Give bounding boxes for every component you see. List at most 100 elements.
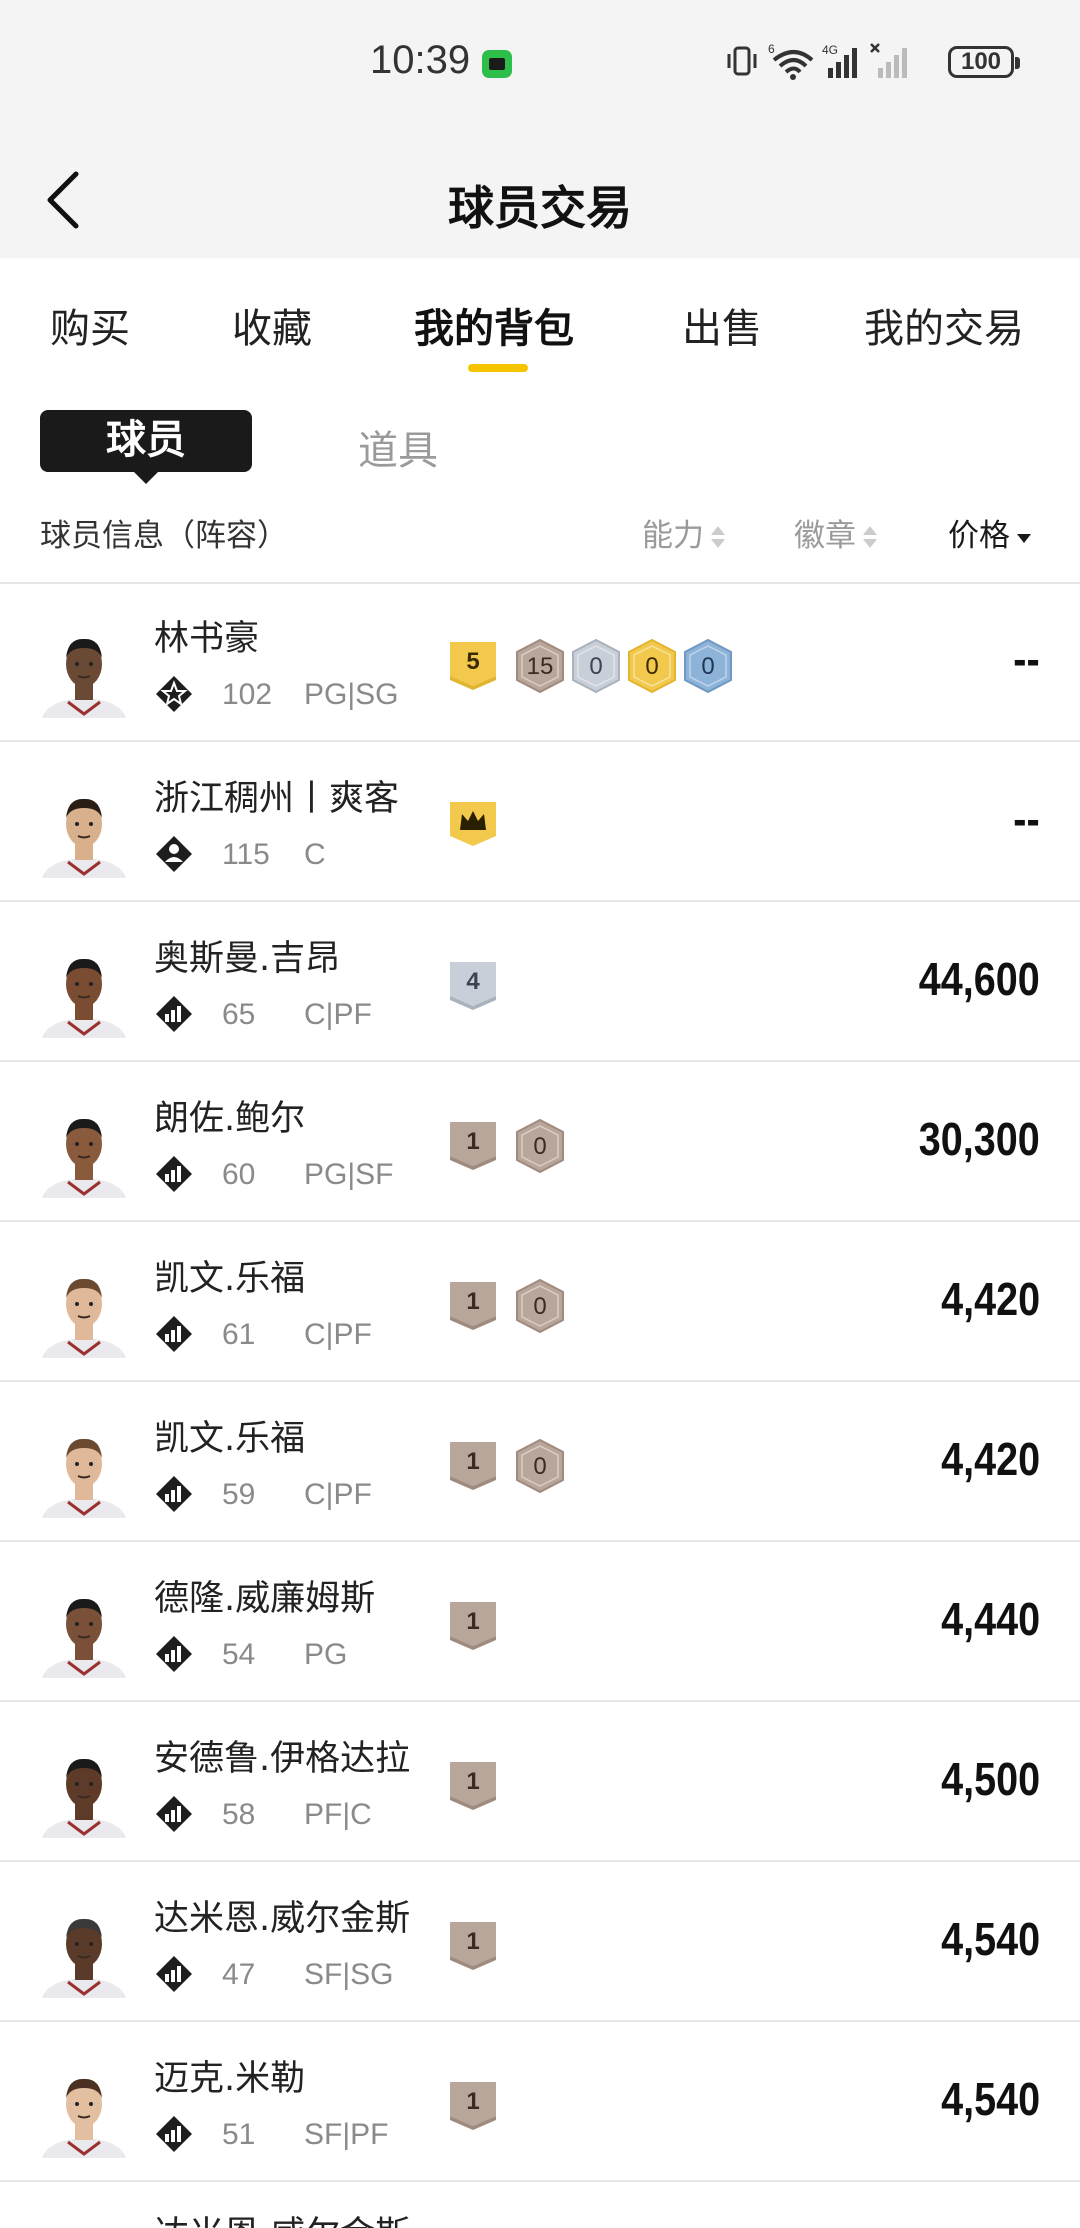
player-avatar	[42, 1598, 126, 1678]
level-badge-bronze: 1	[450, 1442, 496, 1490]
player-position: PG|SF	[304, 1158, 394, 1191]
svg-text:0: 0	[589, 653, 602, 680]
player-avatar	[42, 2078, 126, 2158]
player-avatar	[42, 1438, 126, 1518]
player-row[interactable]: 奥斯曼.吉昂 65 C|PF 4 44,600	[0, 904, 1080, 1062]
player-price: 4,420	[940, 1433, 1040, 1485]
vibrate-icon	[727, 46, 757, 76]
player-rating: 54	[222, 1638, 256, 1671]
tab-bar: 购买 收藏 我的背包 出售 我的交易	[0, 258, 1080, 378]
player-name: 德隆.威廉姆斯	[154, 1579, 376, 1619]
player-position: C|PF	[304, 1478, 372, 1511]
sort-badge-label: 徽章	[794, 518, 856, 554]
player-name: 奥斯曼.吉昂	[154, 939, 341, 979]
player-price: 4,540	[940, 1913, 1040, 1965]
svg-text:1: 1	[466, 2088, 479, 2115]
svg-text:0: 0	[701, 653, 714, 680]
person-rank-icon	[156, 836, 192, 872]
svg-text:1: 1	[466, 1768, 479, 1795]
tab-sell[interactable]: 出售	[682, 296, 762, 354]
tab-my-backpack[interactable]: 我的背包	[414, 296, 574, 354]
bars-rank-icon	[156, 1316, 192, 1352]
player-rating: 65	[222, 998, 256, 1031]
badge-hex-bronze: 0	[516, 1118, 564, 1174]
player-row[interactable]: 德隆.威廉姆斯 54 PG 1 4,440	[0, 1544, 1080, 1702]
svg-text:0: 0	[533, 1293, 546, 1320]
svg-text:5: 5	[466, 648, 479, 675]
svg-text:1: 1	[466, 1448, 479, 1475]
player-row[interactable]: 安德鲁.伊格达拉 58 PF|C 1 4,500	[0, 1704, 1080, 1862]
badge-hex-silver: 0	[572, 638, 620, 694]
player-rating: 60	[222, 1158, 256, 1191]
player-name: 朗佐.鲍尔	[154, 1099, 306, 1139]
player-avatar	[42, 1918, 126, 1998]
svg-text:15: 15	[527, 653, 554, 680]
player-position: C|PF	[304, 1318, 372, 1351]
page-title: 球员交易	[448, 181, 632, 235]
svg-text:1: 1	[466, 1288, 479, 1315]
player-avatar	[42, 638, 126, 718]
tab-favorites[interactable]: 收藏	[232, 296, 312, 354]
player-row[interactable]: 凯文.乐福 61 C|PF 1 0 4,420	[0, 1224, 1080, 1382]
player-position: SF|SG	[304, 1958, 394, 1991]
player-row[interactable]: 达米恩.威尔金斯 47 SF|SG 1 4,540	[0, 1864, 1080, 2022]
bars-rank-icon	[156, 1476, 192, 1512]
player-row[interactable]: 朗佐.鲍尔 60 PG|SF 1 0 30,300	[0, 1064, 1080, 1222]
player-name: 浙江稠州丨爽客	[154, 779, 400, 819]
segment-items[interactable]: 道具	[358, 418, 438, 476]
svg-text:4G: 4G	[822, 43, 838, 57]
sort-arrows-icon	[862, 524, 878, 552]
signal-no-sim-icon	[870, 43, 907, 78]
bars-rank-icon	[156, 1796, 192, 1832]
wifi-icon: 6	[768, 42, 814, 80]
sort-badge[interactable]: 徽章	[794, 510, 878, 555]
level-badge-gold: 5	[450, 642, 496, 690]
bars-rank-icon	[156, 2116, 192, 2152]
svg-text:1: 1	[466, 1128, 479, 1155]
player-row[interactable]: 凯文.乐福 59 C|PF 1 0 4,420	[0, 1384, 1080, 1542]
player-price: 4,540	[940, 2073, 1040, 2125]
player-position: C	[304, 838, 326, 871]
player-position: PG	[304, 1638, 348, 1671]
player-rating: 59	[222, 1478, 256, 1511]
player-rating: 47	[222, 1958, 256, 1991]
segment-players[interactable]: 球员	[40, 410, 252, 484]
player-row[interactable]: 迈克.米勒 51 SF|PF 1 4,540	[0, 2024, 1080, 2182]
player-name: 安德鲁.伊格达拉	[154, 1739, 411, 1779]
svg-text:0: 0	[645, 653, 658, 680]
player-avatar	[42, 798, 126, 878]
badge-hex-sapphire: 0	[684, 638, 732, 694]
player-price: --	[1013, 793, 1040, 845]
player-rating: 102	[222, 678, 273, 711]
player-name: 林书豪	[154, 619, 260, 659]
status-time: 10:39	[370, 38, 471, 82]
player-name: 达米恩.威尔金斯	[154, 2206, 410, 2228]
player-price: --	[1013, 633, 1040, 685]
sort-price-label: 价格	[948, 518, 1010, 554]
player-avatar	[42, 1118, 126, 1198]
level-badge-bronze: 1	[450, 1602, 496, 1650]
level-badge-bronze: 1	[450, 1762, 496, 1810]
svg-text:0: 0	[533, 1133, 546, 1160]
column-player-info: 球员信息（阵容）	[40, 518, 288, 554]
svg-text:1: 1	[466, 1928, 479, 1955]
sort-ability-label: 能力	[642, 518, 704, 554]
level-badge-bronze: 1	[450, 2082, 496, 2130]
player-row[interactable]: 浙江稠州丨爽客 115 C --	[0, 744, 1080, 902]
tab-buy[interactable]: 购买	[50, 296, 130, 354]
segment-control: 球员	[40, 410, 252, 484]
badge-hex-bronze: 15	[516, 638, 564, 694]
player-avatar	[42, 958, 126, 1038]
star-rank-icon	[156, 676, 192, 712]
player-rating: 115	[222, 838, 270, 871]
player-rating: 58	[222, 1798, 256, 1831]
player-row[interactable]: 林书豪 102 PG|SG 5 15 0 0 0 --	[0, 584, 1080, 742]
sort-ability[interactable]: 能力	[642, 510, 726, 555]
notification-app-icon	[482, 50, 512, 78]
tab-my-trades[interactable]: 我的交易	[864, 296, 1024, 354]
partial-list-item: 达米恩.威尔金斯	[0, 2184, 1080, 2228]
sort-price[interactable]: 价格	[948, 510, 1032, 555]
crown-badge-icon	[450, 802, 496, 846]
badge-hex-bronze: 0	[516, 1278, 564, 1334]
svg-text:1: 1	[466, 1608, 479, 1635]
